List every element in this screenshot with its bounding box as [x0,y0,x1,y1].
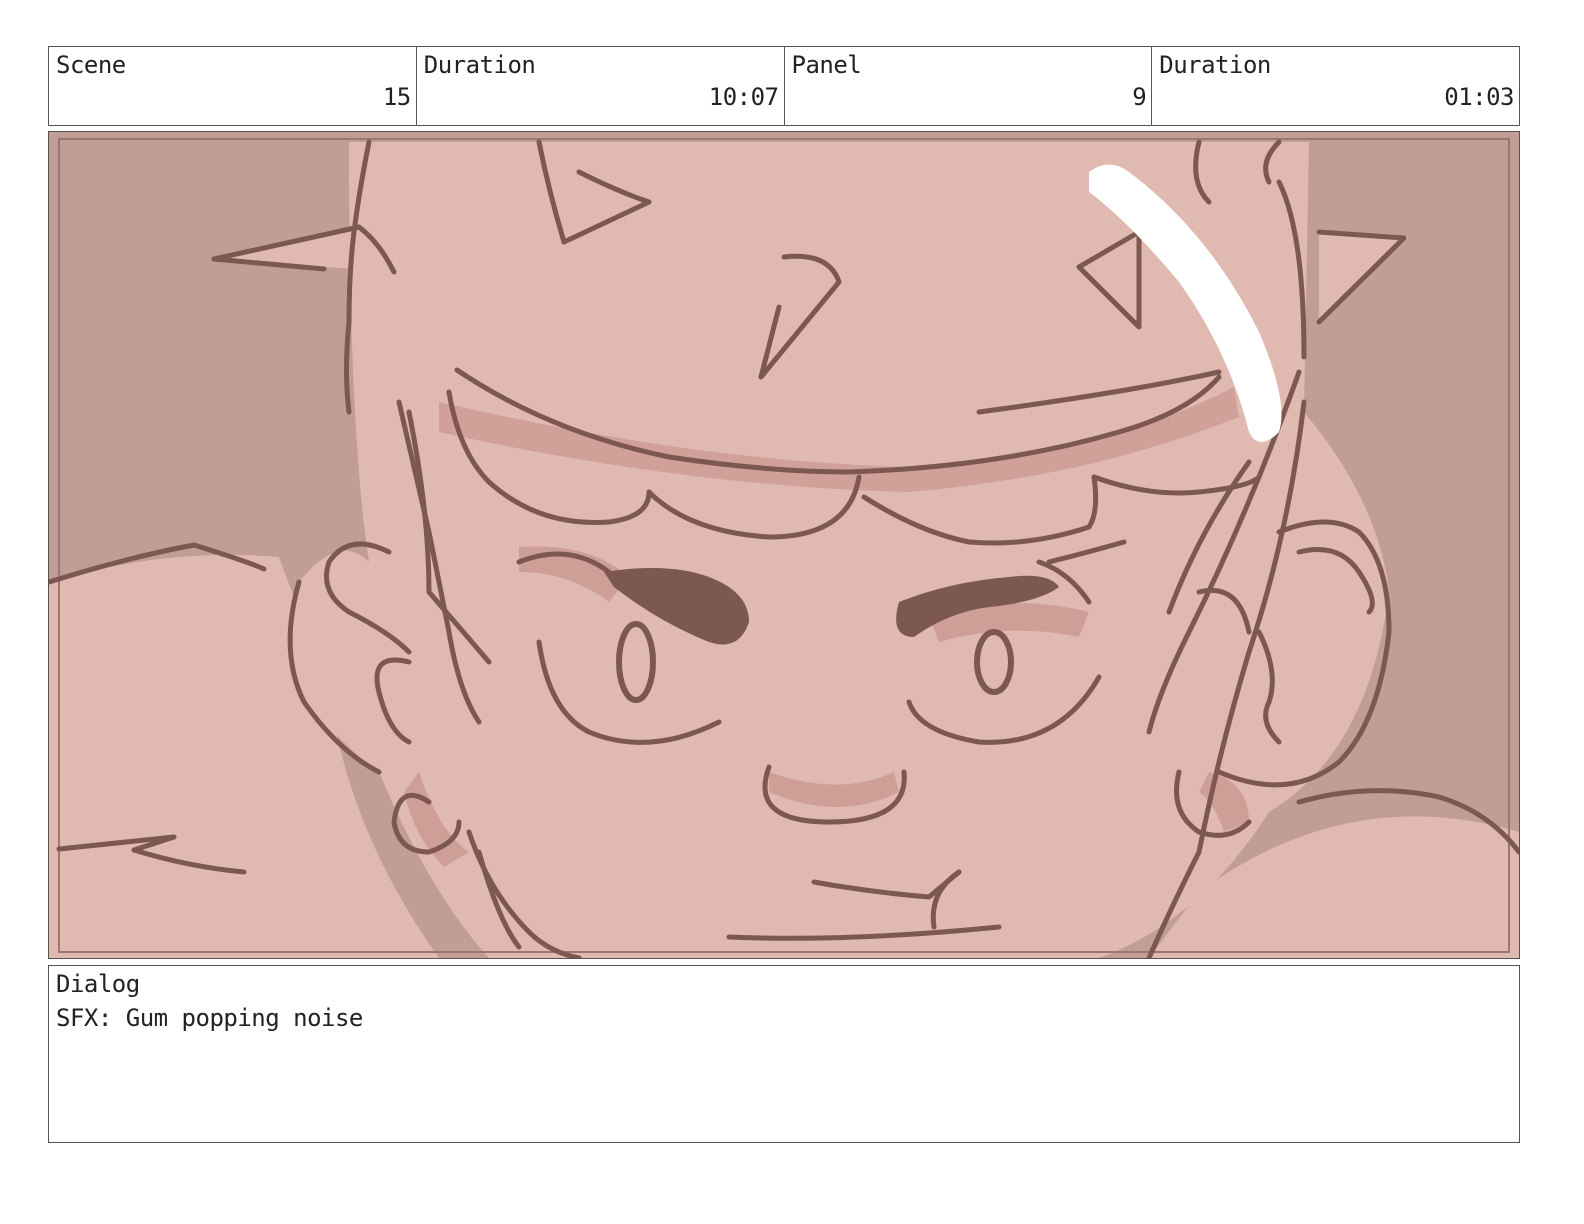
scene-duration-cell: Duration 10:07 [417,47,785,125]
panel-duration-cell: Duration 01:03 [1152,47,1519,125]
panel-label: Panel [791,51,862,79]
scene-label: Scene [56,51,126,79]
panel-duration-label: Duration [1159,51,1271,79]
dialog-box: Dialog SFX: Gum popping noise [48,965,1520,1143]
panel-cell: Panel 9 [785,47,1153,125]
scene-value: 15 [382,83,411,111]
storyboard-panel-frame [48,131,1520,959]
scene-duration-label: Duration [423,51,536,79]
panel-info-header: Scene 15 Duration 10:07 Panel 9 Duration… [48,46,1520,126]
storyboard-sketch [49,132,1519,958]
dialog-text: SFX: Gum popping noise [56,1004,363,1032]
scene-cell: Scene 15 [49,47,417,125]
panel-value: 9 [1132,83,1147,111]
dialog-label: Dialog [56,970,140,998]
panel-duration-value: 01:03 [1444,83,1514,111]
scene-duration-value: 10:07 [708,83,779,111]
